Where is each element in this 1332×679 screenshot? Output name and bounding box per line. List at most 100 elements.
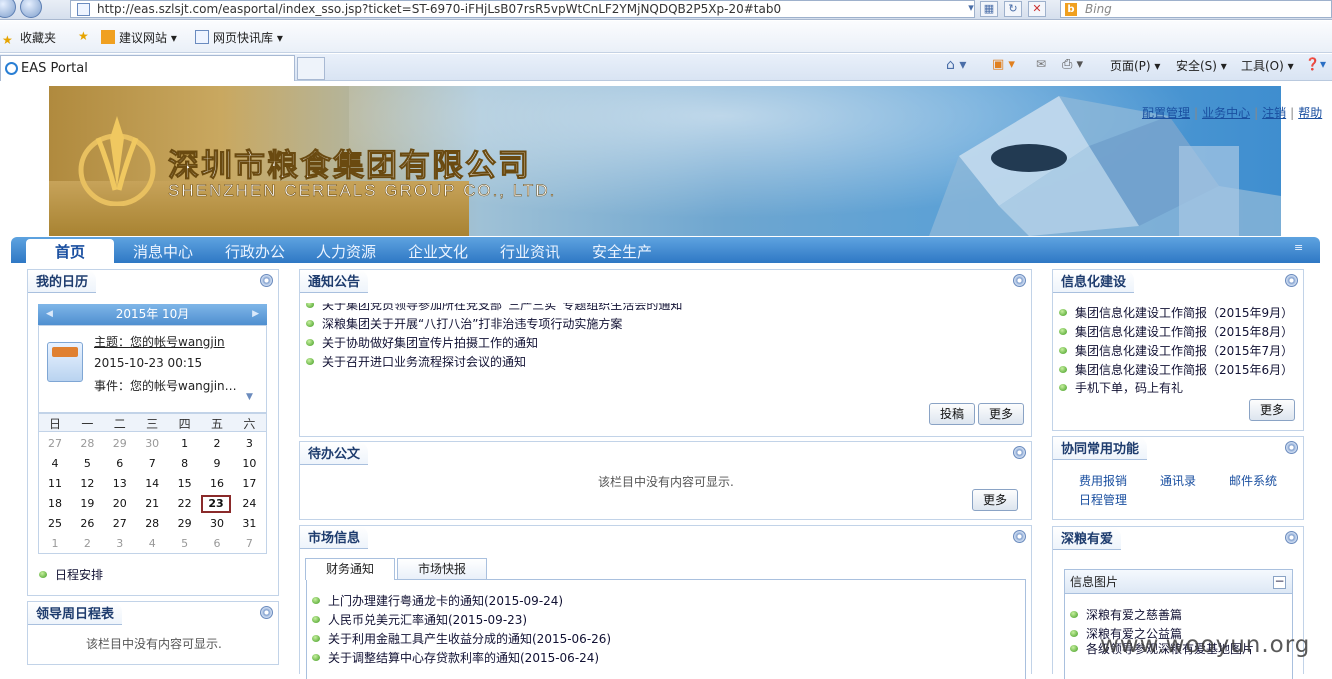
dropdown-arrow-icon[interactable]: ▾: [962, 1, 980, 17]
schedule-link[interactable]: 日程安排: [39, 566, 103, 583]
safety-menu[interactable]: 安全(S) ▾: [1176, 57, 1227, 74]
calendar-day[interactable]: 18: [39, 497, 71, 510]
feeds-icon[interactable]: ▣ ▾: [992, 57, 1015, 72]
new-tab-button[interactable]: [297, 57, 325, 80]
portlet-settings-icon[interactable]: [1013, 530, 1026, 543]
event-subject[interactable]: 主题：您的帐号wangjin: [94, 333, 225, 350]
mail-system-link[interactable]: 邮件系统: [1229, 472, 1277, 489]
calendar-day[interactable]: 27: [104, 517, 136, 530]
calendar-day[interactable]: 24: [233, 497, 265, 510]
calendar-day[interactable]: 21: [136, 497, 168, 510]
market-item[interactable]: 人民币兑美元汇率通知(2015-09-23): [312, 611, 527, 628]
it-item[interactable]: 集团信息化建设工作简报（2015年9月）: [1059, 304, 1293, 321]
calendar-day[interactable]: 5: [169, 537, 201, 550]
business-center-link[interactable]: 业务中心: [1202, 106, 1250, 120]
calendar-day[interactable]: 6: [201, 537, 233, 550]
calendar-day[interactable]: 30: [201, 517, 233, 530]
fav-web-slices[interactable]: 网页快讯库 ▾: [195, 29, 283, 46]
calendar-day[interactable]: 16: [201, 477, 233, 490]
it-item[interactable]: 集团信息化建设工作简报（2015年7月）: [1059, 342, 1293, 359]
add-favorite-icon[interactable]: ★: [78, 29, 89, 43]
portlet-settings-icon[interactable]: [1013, 446, 1026, 459]
calendar-day[interactable]: 8: [169, 457, 201, 470]
calendar-day[interactable]: 3: [233, 437, 265, 450]
calendar-day[interactable]: 28: [71, 437, 103, 450]
home-icon[interactable]: ⌂ ▾: [946, 57, 966, 73]
calendar-day[interactable]: 3: [104, 537, 136, 550]
calendar-day[interactable]: 19: [71, 497, 103, 510]
print-icon[interactable]: ⎙ ▾: [1062, 57, 1083, 72]
calendar-day[interactable]: 15: [169, 477, 201, 490]
calendar-day[interactable]: 13: [104, 477, 136, 490]
calendar-day[interactable]: 14: [136, 477, 168, 490]
nav-menu-icon[interactable]: ≡: [1294, 241, 1303, 254]
tab-finance[interactable]: 财务通知: [305, 558, 395, 580]
calendar-day[interactable]: 2: [201, 437, 233, 450]
calendar-day[interactable]: 29: [104, 437, 136, 450]
it-item[interactable]: 手机下单，码上有礼: [1059, 379, 1183, 396]
portlet-settings-icon[interactable]: [1285, 531, 1298, 544]
calendar-day[interactable]: 4: [136, 537, 168, 550]
collapse-icon[interactable]: −: [1273, 575, 1286, 589]
calendar-day[interactable]: 25: [39, 517, 71, 530]
more-button[interactable]: 更多: [972, 489, 1018, 511]
market-item[interactable]: 关于利用金融工具产生收益分成的通知(2015-06-26): [312, 630, 611, 647]
calendar-day[interactable]: 11: [39, 477, 71, 490]
tools-menu[interactable]: 工具(O) ▾: [1241, 57, 1294, 74]
portlet-settings-icon[interactable]: [1285, 274, 1298, 287]
favorites-button[interactable]: ★ 收藏夹: [2, 29, 56, 47]
calendar-day[interactable]: 26: [71, 517, 103, 530]
schedule-mgmt-link[interactable]: 日程管理: [1079, 491, 1127, 508]
love-item[interactable]: 深粮有爱之慈善篇: [1070, 606, 1182, 623]
calendar-day[interactable]: 6: [104, 457, 136, 470]
nav-admin[interactable]: 行政办公: [225, 241, 285, 262]
nav-culture[interactable]: 企业文化: [408, 241, 468, 262]
compat-view-icon[interactable]: ▦: [980, 1, 998, 17]
portlet-settings-icon[interactable]: [1285, 441, 1298, 454]
it-item[interactable]: 集团信息化建设工作简报（2015年6月）: [1059, 361, 1293, 378]
submit-button[interactable]: 投稿: [929, 403, 975, 425]
it-item[interactable]: 集团信息化建设工作简报（2015年8月）: [1059, 323, 1293, 340]
expense-link[interactable]: 费用报销: [1079, 472, 1127, 489]
nav-messages[interactable]: 消息中心: [133, 241, 193, 262]
stop-icon[interactable]: ✕: [1028, 1, 1046, 17]
calendar-day[interactable]: 27: [39, 437, 71, 450]
calendar-today[interactable]: 23: [201, 495, 231, 513]
config-link[interactable]: 配置管理: [1142, 106, 1190, 120]
browser-tab[interactable]: EAS Portal: [0, 55, 295, 81]
nav-industry[interactable]: 行业资讯: [500, 241, 560, 262]
logout-link[interactable]: 注销: [1262, 106, 1286, 120]
calendar-day[interactable]: 2: [71, 537, 103, 550]
market-item[interactable]: 关于调整结算中心存贷款利率的通知(2015-06-24): [312, 649, 599, 666]
notice-item[interactable]: 关于集团党员领导参加所在党支部“三严三实”专题组织生活会的通知: [306, 303, 682, 313]
nav-hr[interactable]: 人力资源: [316, 241, 376, 262]
calendar-day[interactable]: 20: [104, 497, 136, 510]
calendar-day[interactable]: 29: [169, 517, 201, 530]
forward-button[interactable]: [20, 0, 42, 18]
help-icon[interactable]: ❓▾: [1305, 57, 1326, 71]
calendar-day[interactable]: 7: [233, 537, 265, 550]
calendar-day[interactable]: 28: [136, 517, 168, 530]
page-menu[interactable]: 页面(P) ▾: [1110, 57, 1160, 74]
calendar-day[interactable]: 17: [233, 477, 265, 490]
contacts-link[interactable]: 通讯录: [1160, 472, 1196, 489]
fav-suggested-sites[interactable]: 建议网站 ▾: [101, 29, 177, 46]
calendar-day[interactable]: 1: [39, 537, 71, 550]
next-month-icon[interactable]: ▶: [252, 304, 259, 325]
tab-market-express[interactable]: 市场快报: [397, 558, 487, 579]
market-item[interactable]: 上门办理建行粤通龙卡的通知(2015-09-24): [312, 592, 563, 609]
calendar-day[interactable]: 31: [233, 517, 265, 530]
refresh-icon[interactable]: ↻: [1004, 1, 1022, 17]
more-button[interactable]: 更多: [1249, 399, 1295, 421]
calendar-day[interactable]: 4: [39, 457, 71, 470]
calendar-day[interactable]: 10: [233, 457, 265, 470]
url-field[interactable]: http://eas.szlsjt.com/easportal/index_ss…: [70, 0, 975, 18]
calendar-day[interactable]: 7: [136, 457, 168, 470]
calendar-day[interactable]: 12: [71, 477, 103, 490]
calendar-day[interactable]: 1: [169, 437, 201, 450]
notice-item[interactable]: 深粮集团关于开展“八打八治”打非治违专项行动实施方案: [306, 315, 622, 332]
nav-home[interactable]: 首页: [26, 239, 114, 263]
calendar-day[interactable]: 9: [201, 457, 233, 470]
mail-icon[interactable]: ✉: [1036, 57, 1046, 71]
help-link[interactable]: 帮助: [1298, 106, 1322, 120]
